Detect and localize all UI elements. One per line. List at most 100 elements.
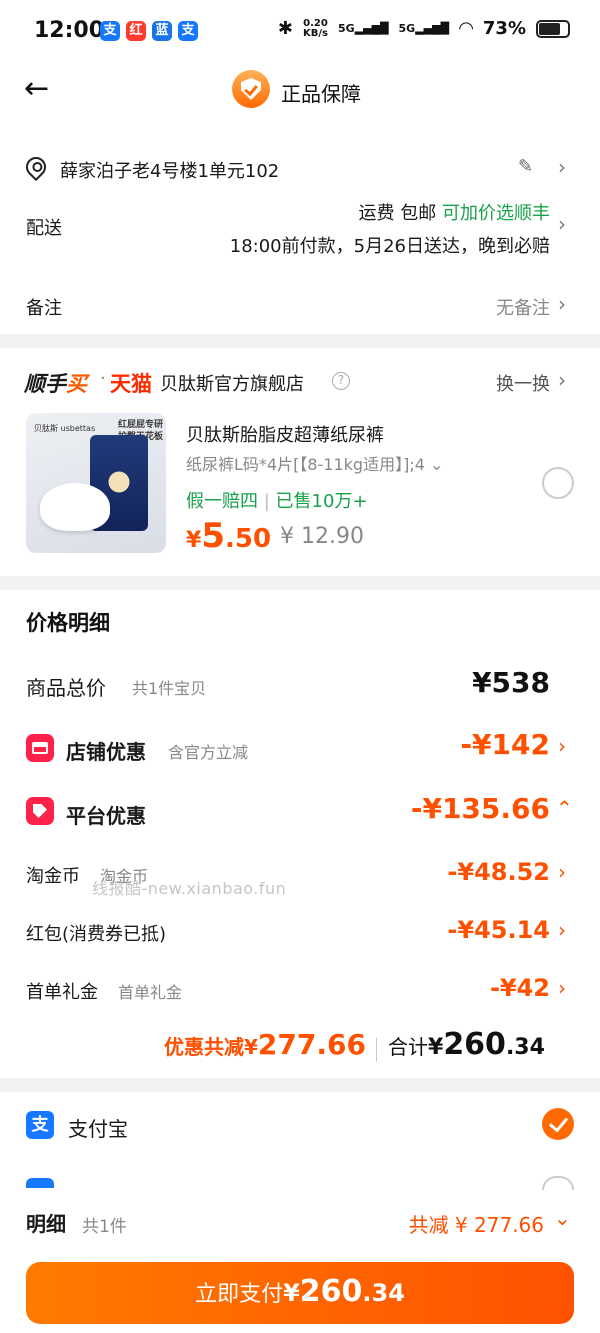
alipay-icon: 支 (26, 1111, 54, 1139)
alipay-app-icon: 支 (178, 21, 198, 41)
platform-discount-label: 平台优惠 (66, 804, 146, 828)
bluetooth-icon: ✱ (277, 18, 294, 39)
coin-label: 淘金币 (26, 866, 80, 887)
shield-check-icon (232, 70, 270, 108)
firstorder-value[interactable]: -¥42 (490, 974, 550, 1002)
sf-upgrade-link[interactable]: 可加价选顺丰 (442, 203, 550, 224)
product-price: ¥5.50 (186, 516, 271, 556)
address-text[interactable]: 薛家泊子老4号楼1单元102 (60, 157, 279, 183)
total-sub: 共1件宝贝 (132, 679, 207, 698)
shunshoumai-logo: 顺手买 (24, 368, 87, 398)
redpacket-label: 红包(消费券已抵) (26, 924, 167, 945)
chevron-right-icon[interactable]: › (558, 368, 566, 392)
total-label: 商品总价 (26, 676, 106, 700)
wifi-icon: ◠ (459, 18, 473, 39)
sum-label: 合计 (388, 1035, 428, 1059)
pay-dec: .34 (362, 1279, 405, 1307)
chevron-right-icon[interactable]: › (558, 976, 566, 1000)
tag-separator: | (263, 491, 270, 512)
price-detail-section (0, 590, 600, 1078)
detail-label[interactable]: 明细 (26, 1208, 66, 1237)
app-icon: 蓝 (152, 21, 172, 41)
price-dec: .50 (224, 524, 272, 554)
chevron-double-down-icon[interactable]: ⌄ (554, 1206, 571, 1230)
chevron-right-icon[interactable]: › (558, 734, 566, 758)
coupon-tag-icon (26, 797, 54, 825)
signal-icon-2: 5G▂▄▆█ (398, 22, 450, 35)
product-image-tag-1: 红屁屁专研 (118, 420, 164, 430)
chevron-up-icon[interactable]: ⌃ (556, 796, 573, 820)
switch-store-button[interactable]: 换一换 (496, 370, 550, 396)
guarantee-tag: 假一赔四 (186, 491, 258, 512)
sum-symbol: ¥ (428, 1035, 444, 1060)
coin-value[interactable]: -¥48.52 (447, 858, 550, 886)
delivery-eta: 18:00前付款，5月26日送达，晚到必赔 (229, 236, 550, 257)
price-detail-title: 价格明细 (26, 611, 110, 635)
store-discount-value[interactable]: -¥142 (460, 728, 550, 761)
footer-saving[interactable]: 共减 ¥ 277.66 (409, 1209, 544, 1238)
redpacket-value[interactable]: -¥45.14 (447, 916, 550, 944)
product-image-brand: 贝肽斯 usbettas (34, 424, 96, 433)
alipay-label[interactable]: 支付宝 (68, 1113, 128, 1142)
sim1-label: 5G (338, 22, 355, 35)
divider (376, 1038, 377, 1062)
price-int: 5 (201, 516, 225, 556)
price-symbol: ¥ (186, 528, 202, 553)
logo-text-b: 买 (66, 372, 87, 396)
store-name[interactable]: 贝肽斯官方旗舰店 (160, 370, 304, 396)
edit-pencil-icon[interactable]: ✎ (518, 156, 533, 177)
chevron-right-icon[interactable]: › (558, 918, 566, 942)
pay-now-button[interactable]: 立即支付 ¥260.34 (26, 1262, 574, 1324)
status-time: 12:00 (34, 18, 105, 43)
remark-value[interactable]: 无备注 (496, 294, 550, 320)
net-speed: 0.20 KB/s (303, 18, 328, 39)
product-select-radio[interactable] (542, 467, 574, 499)
saving-total: 优惠共减¥277.66 (164, 1028, 366, 1061)
delivery-fee[interactable]: 运费 包邮 可加价选顺丰 (359, 199, 550, 225)
product-image[interactable]: 贝肽斯 usbettas 红屁屁专研 护臀天花板 (26, 413, 166, 553)
product-tags: 假一赔四 | 已售10万+ (186, 487, 368, 513)
sold-count: 已售10万+ (275, 491, 368, 512)
back-arrow-icon[interactable]: ← (24, 74, 49, 104)
pay-label: 立即支付 (195, 1282, 284, 1307)
payment-section (0, 1092, 600, 1198)
store-discount-label: 店铺优惠 (66, 740, 146, 764)
status-right: ✱ 0.20 KB/s 5G▂▄▆█ 5G▂▄▆█ ◠ 73% (278, 18, 570, 39)
logo-dot: · (100, 368, 106, 389)
chevron-right-icon[interactable]: › (558, 212, 566, 236)
firstorder-label: 首单礼金 (26, 982, 98, 1003)
battery-percent: 73% (482, 18, 526, 39)
page-title: 正品保障 (281, 82, 361, 106)
remark-label: 备注 (26, 298, 62, 319)
chevron-right-icon[interactable]: › (558, 860, 566, 884)
payment-method-icon (26, 1178, 54, 1188)
product-spec-text: 纸尿裤L码*4片[【8-11kg适用】];4 (186, 455, 425, 474)
sim2-label: 5G (398, 22, 416, 35)
sum-dec: .34 (505, 1035, 545, 1060)
pay-symbol: ¥ (283, 1279, 300, 1307)
delivery-fee-text: 运费 包邮 (358, 203, 437, 224)
sum-int: 260 (443, 1027, 506, 1062)
info-icon[interactable]: ? (332, 372, 350, 390)
alipay-selected-check-icon[interactable] (542, 1108, 574, 1140)
saving-label: 优惠共减 (164, 1035, 244, 1059)
original-price: ¥ 12.90 (280, 524, 364, 549)
saving-symbol: ¥ (244, 1035, 258, 1059)
product-spec[interactable]: 纸尿裤L码*4片[【8-11kg适用】];4 ⌄ (186, 451, 443, 475)
chevron-right-icon[interactable]: › (558, 292, 566, 316)
chevron-right-icon[interactable]: › (558, 155, 566, 179)
net-speed-unit: KB/s (303, 27, 328, 39)
product-title[interactable]: 贝肽斯胎脂皮超薄纸尿裤 (186, 421, 384, 447)
total-value: ¥538 (472, 666, 550, 699)
signal-icon-1: 5G▂▄▆█ (338, 22, 389, 35)
store-discount-sub: 含官方立减 (168, 743, 249, 762)
store-icon (26, 734, 54, 762)
firstorder-sub: 首单礼金 (118, 983, 183, 1002)
watermark-text: 线报酷-new.xianbao.fun (92, 879, 287, 898)
delivery-label: 配送 (26, 218, 62, 239)
platform-discount-value[interactable]: -¥135.66 (411, 792, 550, 825)
saving-value: 277.66 (257, 1028, 366, 1061)
pay-int: 260 (299, 1274, 363, 1309)
detail-count: 共1件 (82, 1217, 127, 1237)
alipay-app-icon: 支 (100, 21, 120, 41)
